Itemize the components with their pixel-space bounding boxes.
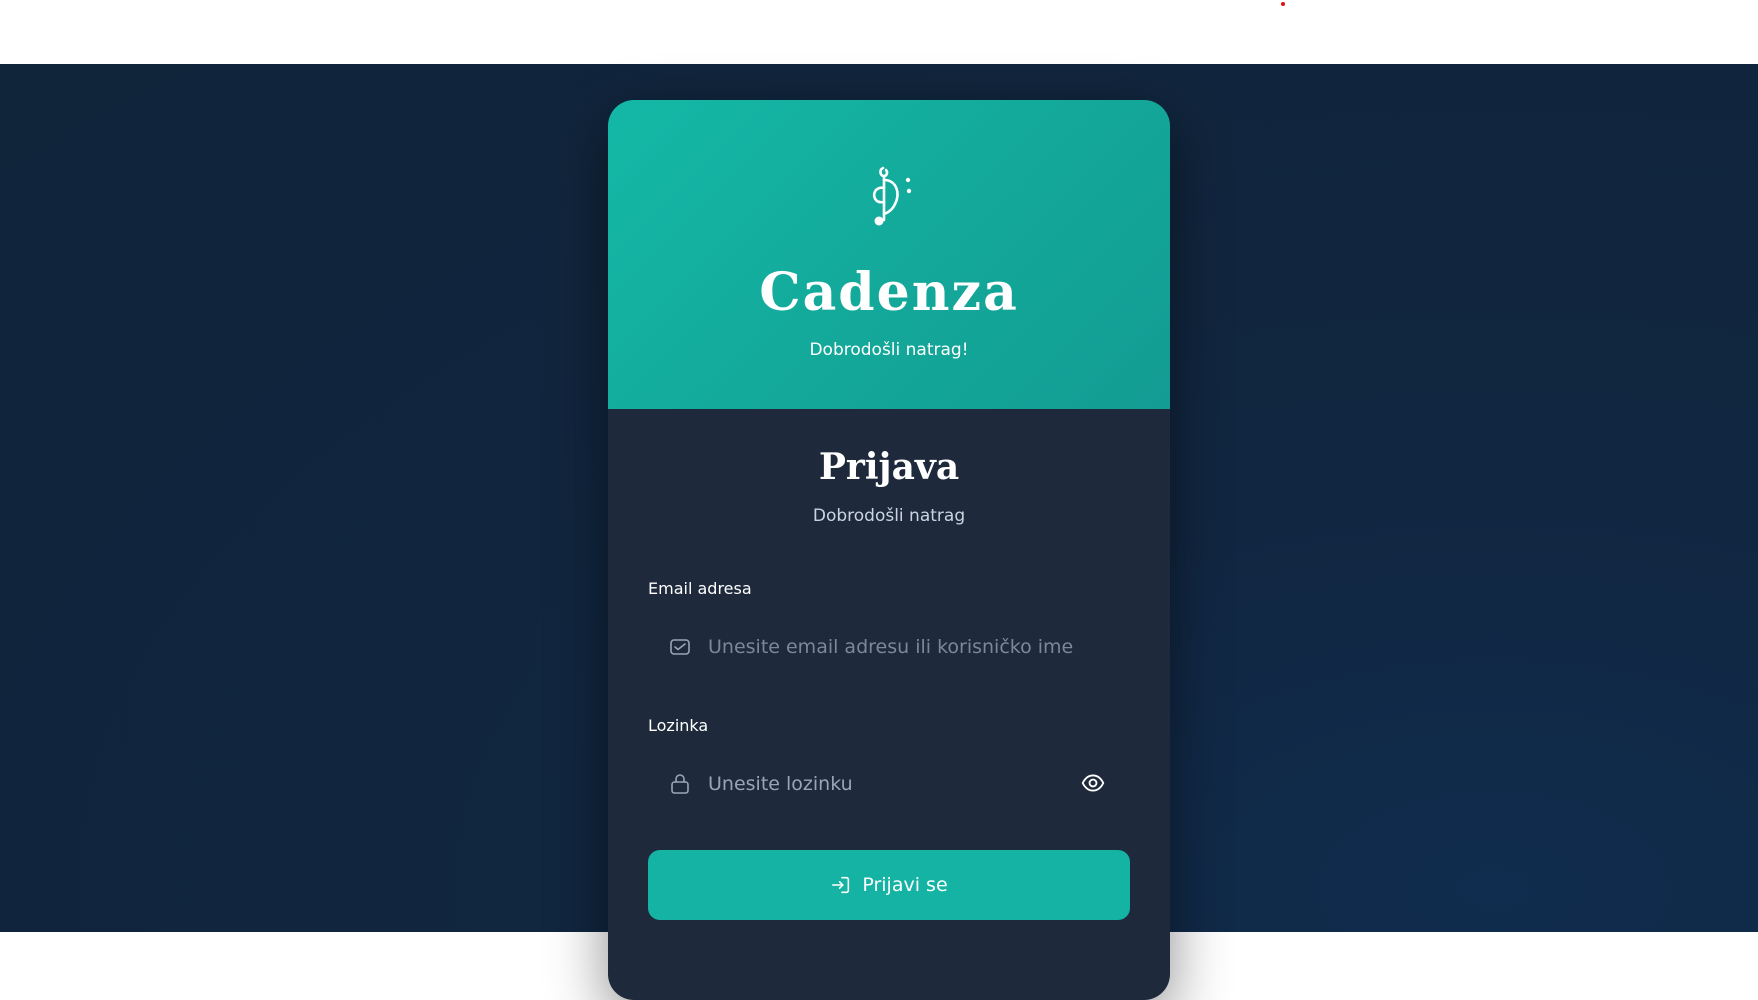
- email-label: Email adresa: [648, 579, 752, 598]
- password-label: Lozinka: [648, 716, 709, 735]
- brand-name: Cadenza: [759, 262, 1019, 323]
- login-title: Prijava: [818, 446, 960, 488]
- email-input[interactable]: [708, 619, 1088, 675]
- login-button-label: Prijavi se: [862, 874, 948, 896]
- eye-icon[interactable]: [1080, 770, 1106, 796]
- login-button[interactable]: Prijavi se: [648, 850, 1130, 920]
- music-note-icon: [872, 166, 912, 226]
- login-icon: [832, 876, 850, 894]
- indicator-dot: [1281, 2, 1285, 6]
- password-input[interactable]: [708, 756, 1088, 812]
- mail-icon: [670, 639, 690, 655]
- browser-top-bar: [0, 0, 1758, 64]
- password-field[interactable]: [648, 756, 1130, 812]
- card-header: Cadenza Dobrodošli natrag!: [608, 100, 1170, 409]
- login-card: Cadenza Dobrodošli natrag! Prijava Dobro…: [608, 100, 1170, 1000]
- email-field[interactable]: [648, 619, 1130, 675]
- login-subtitle: Dobrodošli natrag: [812, 506, 966, 526]
- lock-icon: [671, 774, 689, 794]
- brand-tagline: Dobrodošli natrag!: [809, 340, 969, 360]
